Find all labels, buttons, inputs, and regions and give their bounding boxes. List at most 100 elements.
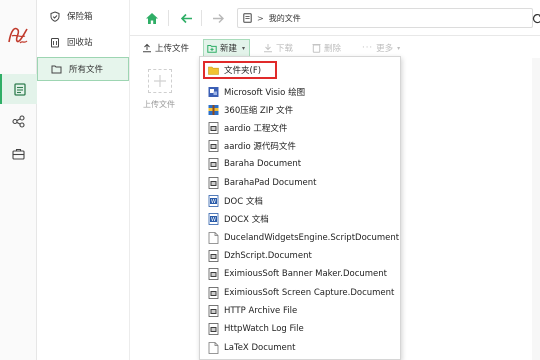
menu-item[interactable]: HttpWatch Log File: [202, 320, 398, 337]
menu-item-label: DzhScript.Document: [224, 250, 312, 261]
menu-item[interactable]: aardio 源代码文件: [202, 137, 398, 154]
divider: [201, 10, 202, 26]
rail-item-documents[interactable]: [0, 74, 37, 104]
top-bar: > 我的文件: [130, 0, 540, 36]
file-icon: [208, 286, 219, 299]
svg-text:W: W: [211, 199, 216, 205]
download-button[interactable]: 下载: [263, 39, 293, 57]
caret-down-icon: ▾: [397, 44, 401, 52]
folder-icon: [208, 66, 219, 75]
new-folder-icon: [207, 44, 217, 53]
breadcrumb[interactable]: > 我的文件: [237, 8, 533, 28]
refresh-icon: [532, 13, 540, 23]
upload-tile[interactable]: [148, 69, 172, 93]
menu-item-label: Baraha Document: [224, 158, 302, 169]
menu-item[interactable]: LaTeX Document: [202, 339, 398, 356]
sidebar-item-safe[interactable]: 保险箱: [37, 4, 129, 28]
trash-icon: [312, 44, 321, 53]
shield-icon: [50, 10, 60, 22]
zip-icon: [208, 104, 219, 115]
new-label: 新建: [220, 44, 238, 54]
menu-item[interactable]: DucelandWidgetsEngine.ScriptDocument: [202, 229, 400, 246]
trash-icon: [51, 37, 59, 47]
more-label: 更多: [376, 44, 394, 54]
menu-item[interactable]: Microsoft Visio 绘图: [202, 83, 398, 100]
file-icon: [208, 322, 219, 335]
menu-item-label: DOCX 文档: [224, 214, 269, 225]
doc-icon: W: [208, 194, 219, 207]
menu-item-label: LaTeX Document: [224, 342, 296, 353]
sidebar-item-label: 回收站: [67, 38, 93, 48]
arrow-left-icon: [180, 13, 192, 23]
file-icon: [208, 139, 219, 152]
menu-item[interactable]: EximiousSoft Screen Capture.Document: [202, 284, 398, 301]
upload-tile-label: 上传文件: [143, 100, 175, 109]
visio-icon: [208, 86, 219, 97]
menu-item[interactable]: W DOCX 文档: [202, 210, 398, 227]
svg-text:W: W: [211, 217, 216, 223]
menu-item[interactable]: HTTP Archive File: [202, 302, 398, 319]
file-icon: [208, 304, 219, 317]
file-icon: [208, 249, 219, 262]
briefcase-icon: [12, 148, 25, 160]
menu-item-label: EximiousSoft Screen Capture.Document: [224, 287, 395, 298]
menu-item-label: Microsoft Visio 绘图: [224, 87, 306, 98]
breadcrumb-current[interactable]: 我的文件: [269, 13, 301, 24]
home-button[interactable]: [142, 8, 162, 28]
divider: [168, 10, 169, 26]
file-icon: [208, 121, 219, 134]
more-dots-icon: ···: [362, 43, 374, 53]
document-icon: [13, 82, 26, 96]
folder-sidebar: 保险箱 回收站 所有文件: [37, 0, 130, 360]
menu-item-folder[interactable]: 文件夹(F): [203, 61, 277, 79]
upload-icon: [143, 43, 151, 53]
menu-item[interactable]: Baraha Document: [202, 155, 398, 172]
menu-item[interactable]: aardio 工程文件: [202, 119, 398, 136]
menu-item-label: HTTP Archive File: [224, 305, 298, 316]
delete-label: 删除: [324, 44, 342, 54]
new-dropdown-menu: 文件夹(F) Microsoft Visio 绘图 360压缩 ZIP 文件 a…: [199, 56, 401, 360]
menu-item-label: aardio 源代码文件: [224, 141, 296, 152]
download-icon: [264, 44, 272, 53]
delete-button[interactable]: 删除: [312, 39, 341, 57]
menu-item-label: EximiousSoft Banner Maker.Document: [224, 268, 387, 279]
sidebar-item-all-files[interactable]: 所有文件: [37, 57, 129, 81]
sidebar-item-label: 保险箱: [67, 12, 93, 22]
rail-item-share[interactable]: [0, 106, 37, 136]
more-button[interactable]: ··· 更多 ▾: [362, 39, 400, 57]
sidebar-item-recycle-bin[interactable]: 回收站: [37, 30, 129, 54]
icon-rail: [0, 0, 37, 360]
back-button[interactable]: [176, 8, 196, 28]
menu-item[interactable]: W DOC 文档: [202, 192, 398, 209]
blank-file-icon: [208, 231, 219, 244]
share-icon: [12, 114, 25, 128]
caret-down-icon: ▾: [242, 44, 246, 52]
upload-button[interactable]: 上传文件: [142, 39, 189, 57]
doc-icon: W: [208, 212, 219, 225]
menu-item-label: BarahaPad Document: [224, 177, 317, 188]
menu-item[interactable]: DzhScript.Document: [202, 247, 398, 264]
menu-item[interactable]: 360压缩 ZIP 文件: [202, 101, 398, 118]
menu-item-label: DucelandWidgetsEngine.ScriptDocument: [224, 232, 400, 243]
upload-label: 上传文件: [155, 44, 190, 54]
menu-item-label: HttpWatch Log File: [224, 323, 304, 334]
menu-item[interactable]: BarahaPad Document: [202, 174, 398, 191]
refresh-button[interactable]: [527, 8, 540, 28]
menu-item[interactable]: EximiousSoft Banner Maker.Document: [202, 265, 398, 282]
app-logo: [3, 20, 33, 50]
menu-item-label: aardio 工程文件: [224, 123, 288, 134]
folder-icon: [51, 65, 62, 74]
forward-button[interactable]: [208, 8, 228, 28]
plus-icon: [154, 75, 166, 87]
rail-item-toolbox[interactable]: [0, 139, 37, 169]
menu-item-label: 360压缩 ZIP 文件: [224, 105, 294, 116]
document-icon: [243, 13, 252, 23]
new-button[interactable]: 新建 ▾: [203, 39, 251, 57]
sidebar-item-label: 所有文件: [69, 65, 104, 75]
home-icon: [146, 12, 158, 24]
file-icon: [208, 176, 219, 189]
action-toolbar: 上传文件 新建 ▾ 下载 删除 ··· 更多 ▾: [130, 38, 540, 58]
menu-item-label: DOC 文档: [224, 196, 263, 207]
vertical-scrollbar[interactable]: [532, 58, 540, 360]
arrow-right-icon: [212, 13, 224, 23]
